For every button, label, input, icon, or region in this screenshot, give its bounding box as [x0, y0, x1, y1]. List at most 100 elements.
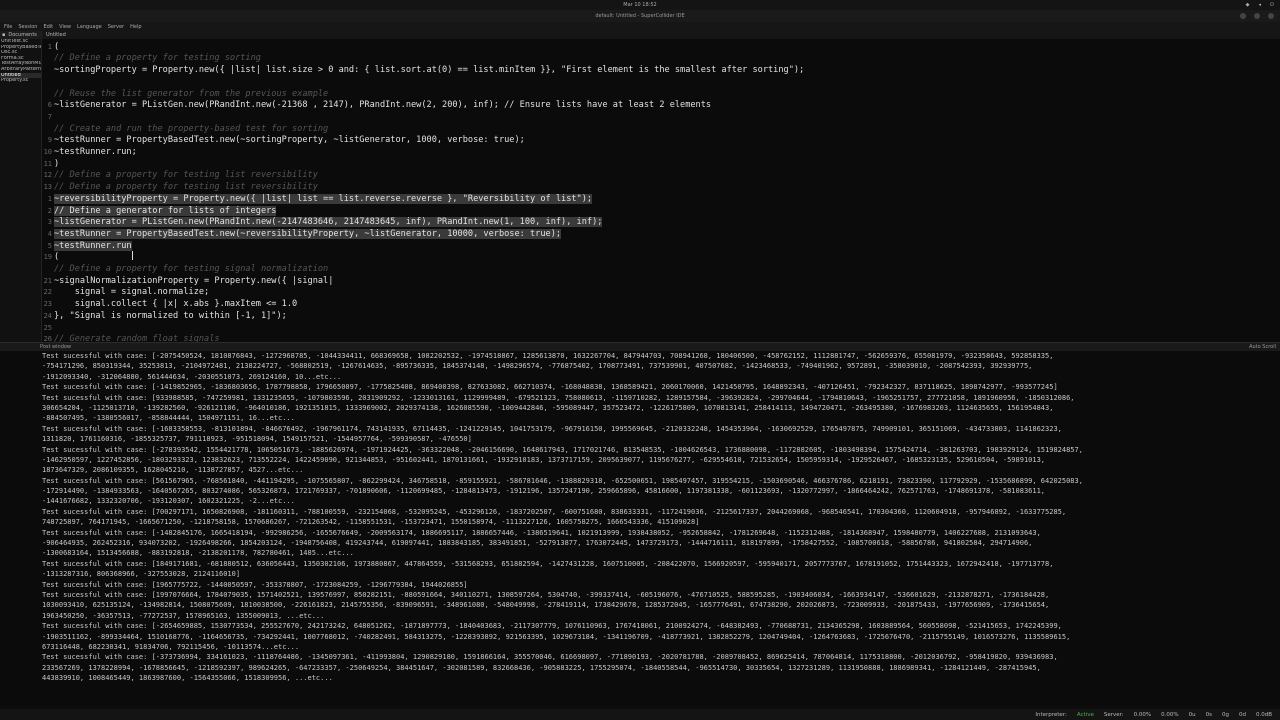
post-window-header: Post window Auto Scroll	[0, 342, 1280, 351]
post-line: 233567269, 1378228994, -1678856645, -121…	[42, 663, 1041, 672]
code-line[interactable]: 10 ~testRunner.run;	[42, 146, 1280, 158]
editor-tab-bar: Untitled	[42, 31, 1280, 39]
code-line[interactable]: 24}, "Signal is normalized to within [-1…	[42, 310, 1280, 322]
code-line[interactable]: 21 ~signalNormalizationProperty = Propert…	[42, 275, 1280, 287]
code-line[interactable]	[42, 76, 1280, 88]
document-item[interactable]: Property.sc	[0, 78, 41, 84]
line-number: 4	[47, 229, 52, 238]
code-line[interactable]: // Define a property for testing sorting	[42, 53, 1280, 65]
code-line[interactable]: // Create and run the property-based tes…	[42, 123, 1280, 135]
code-text: ~reversibilityProperty = Property.new({ …	[54, 193, 593, 204]
close-icon[interactable]	[1268, 13, 1274, 19]
clock[interactable]: Mar 10 18:52	[0, 2, 1280, 8]
post-window-title: Post window	[40, 344, 72, 350]
code-line[interactable]: 7	[42, 111, 1280, 123]
line-number: 6	[47, 101, 52, 110]
line-number: 10	[43, 148, 52, 157]
post-line: Test sucessful with case: [-2654659885, …	[42, 622, 1062, 631]
minimize-icon[interactable]	[1240, 13, 1246, 19]
code-line[interactable]: 6 ~listGenerator = PListGen.new(PRandInt.…	[42, 100, 1280, 112]
server-defs[interactable]: 0d	[1239, 712, 1246, 718]
power-icon[interactable]: ⏻	[1270, 2, 1274, 8]
code-line[interactable]: 1(	[42, 41, 1280, 53]
code-text: (	[54, 252, 60, 263]
code-text: // Define a property for testing signal …	[54, 264, 329, 275]
document-icon: ▪	[2, 32, 6, 38]
code-line[interactable]: 19(	[42, 252, 1280, 264]
code-line[interactable]: 4 ~testRunner = PropertyBasedTest.new(~re…	[42, 228, 1280, 240]
post-line: Test sucessful with case: [-373736994, 3…	[42, 653, 1058, 662]
code-line[interactable]: 9 ~testRunner = PropertyBasedTest.new(~so…	[42, 135, 1280, 147]
server-synths[interactable]: 0s	[1206, 712, 1212, 718]
server-volume[interactable]: 0.0dB	[1256, 712, 1272, 718]
code-text: )	[54, 158, 60, 169]
code-line[interactable]: 13// Define a property for testing list …	[42, 181, 1280, 193]
post-window[interactable]: Test sucessful with case: [-2075450524, …	[0, 351, 1280, 706]
code-editor[interactable]: 1(// Define a property for testing sorti…	[42, 39, 1280, 342]
code-text: (	[54, 41, 60, 52]
menu-edit[interactable]: Edit	[43, 24, 53, 30]
line-number: 24	[43, 311, 52, 320]
auto-scroll-toggle[interactable]: Auto Scroll	[1249, 344, 1276, 350]
network-icon[interactable]: ◆	[1246, 2, 1250, 8]
interpreter-state[interactable]: Active	[1077, 712, 1094, 718]
line-number: 11	[43, 159, 52, 168]
code-line[interactable]: 1 ~reversibilityProperty = Property.new({…	[42, 193, 1280, 205]
code-line[interactable]: 26// Generate random float signals	[42, 334, 1280, 342]
post-line: Test sucessful with case: [-1482845176, …	[42, 528, 1041, 537]
code-line[interactable]: 3 ~listGenerator = PListGen.new(PRandInt.…	[42, 217, 1280, 229]
code-text: ~sortingProperty = Property.new({ |list|…	[54, 65, 805, 76]
code-line[interactable]: ~sortingProperty = Property.new({ |list|…	[42, 64, 1280, 76]
line-number: 26	[43, 335, 52, 342]
line-number: 12	[43, 171, 52, 180]
code-text: // Create and run the property-based tes…	[54, 123, 329, 134]
menu-help[interactable]: Help	[130, 24, 141, 30]
code-line[interactable]: 22 signal = signal.normalize;	[42, 287, 1280, 299]
line-number: 1	[47, 194, 52, 203]
tab-untitled[interactable]: Untitled	[46, 32, 66, 38]
server-cpu-peak[interactable]: 0.00%	[1161, 712, 1178, 718]
code-line[interactable]: 5 ~testRunner.run	[42, 240, 1280, 252]
line-number: 22	[43, 288, 52, 297]
code-text: // Reuse the list generator from the pre…	[54, 88, 329, 99]
post-line: -754171296, 850319344, 35253813, -210497…	[42, 362, 1033, 371]
volume-icon[interactable]: ◂	[1259, 2, 1262, 8]
menu-view[interactable]: View	[59, 24, 71, 30]
post-line: Test sucessful with case: [1997076664, 1…	[42, 590, 1050, 599]
post-line: 1311820, 1761160316, -1855325737, 791118…	[42, 435, 472, 444]
window-titlebar: default: Untitled - SuperCollider IDE	[0, 10, 1280, 22]
post-line: 1030093410, 625135124, -134982814, 15080…	[42, 601, 1050, 610]
system-tray: ◆ ◂ ⏻	[1246, 2, 1274, 8]
line-number: 23	[43, 300, 52, 309]
status-bar: Interpreter: Active Server: 0.00% 0.00% …	[0, 709, 1280, 720]
code-text: }, "Signal is normalized to within [-1, …	[54, 310, 287, 321]
code-line[interactable]: 12// Define a property for testing list …	[42, 170, 1280, 182]
code-line[interactable]: 2// Define a generator for lists of inte…	[42, 205, 1280, 217]
line-number: 19	[43, 253, 52, 262]
post-line: Test sucessful with case: [700297171, 16…	[42, 507, 1067, 516]
line-number: 5	[47, 241, 52, 250]
maximize-icon[interactable]	[1254, 13, 1260, 19]
menu-language[interactable]: Language	[77, 24, 102, 30]
menu-file[interactable]: File	[4, 24, 12, 30]
menu-session[interactable]: Session	[18, 24, 37, 30]
server-groups[interactable]: 0g	[1222, 712, 1229, 718]
code-text: signal = signal.normalize;	[54, 287, 210, 298]
code-text: ~testRunner.run;	[54, 147, 137, 158]
post-line: Test sucessful with case: [1849171681, -…	[42, 559, 1054, 568]
code-line[interactable]: 11)	[42, 158, 1280, 170]
post-line: Test sucessful with case: [933988585, -7…	[42, 393, 1075, 402]
menu-server[interactable]: Server	[108, 24, 124, 30]
code-text: // Define a generator for lists of integ…	[54, 205, 277, 216]
code-text: // Define a property for testing sorting	[54, 53, 261, 64]
code-line[interactable]: 25	[42, 322, 1280, 334]
code-line[interactable]: // Define a property for testing signal …	[42, 263, 1280, 275]
post-line: 748725897, 764171945, -1665671250, -1218…	[42, 518, 700, 527]
code-line[interactable]: // Reuse the list generator from the pre…	[42, 88, 1280, 100]
code-line[interactable]: 23 signal.collect { |x| x.abs }.maxItem …	[42, 298, 1280, 310]
post-line: 1873647329, 2086109355, 1628045210, -113…	[42, 466, 304, 475]
post-line: 306654204, -1125013710, -139282560, -926…	[42, 403, 1054, 412]
server-ugens[interactable]: 0u	[1189, 712, 1196, 718]
server-cpu-avg[interactable]: 0.00%	[1134, 712, 1151, 718]
code-text: // Define a property for testing list re…	[54, 170, 318, 181]
